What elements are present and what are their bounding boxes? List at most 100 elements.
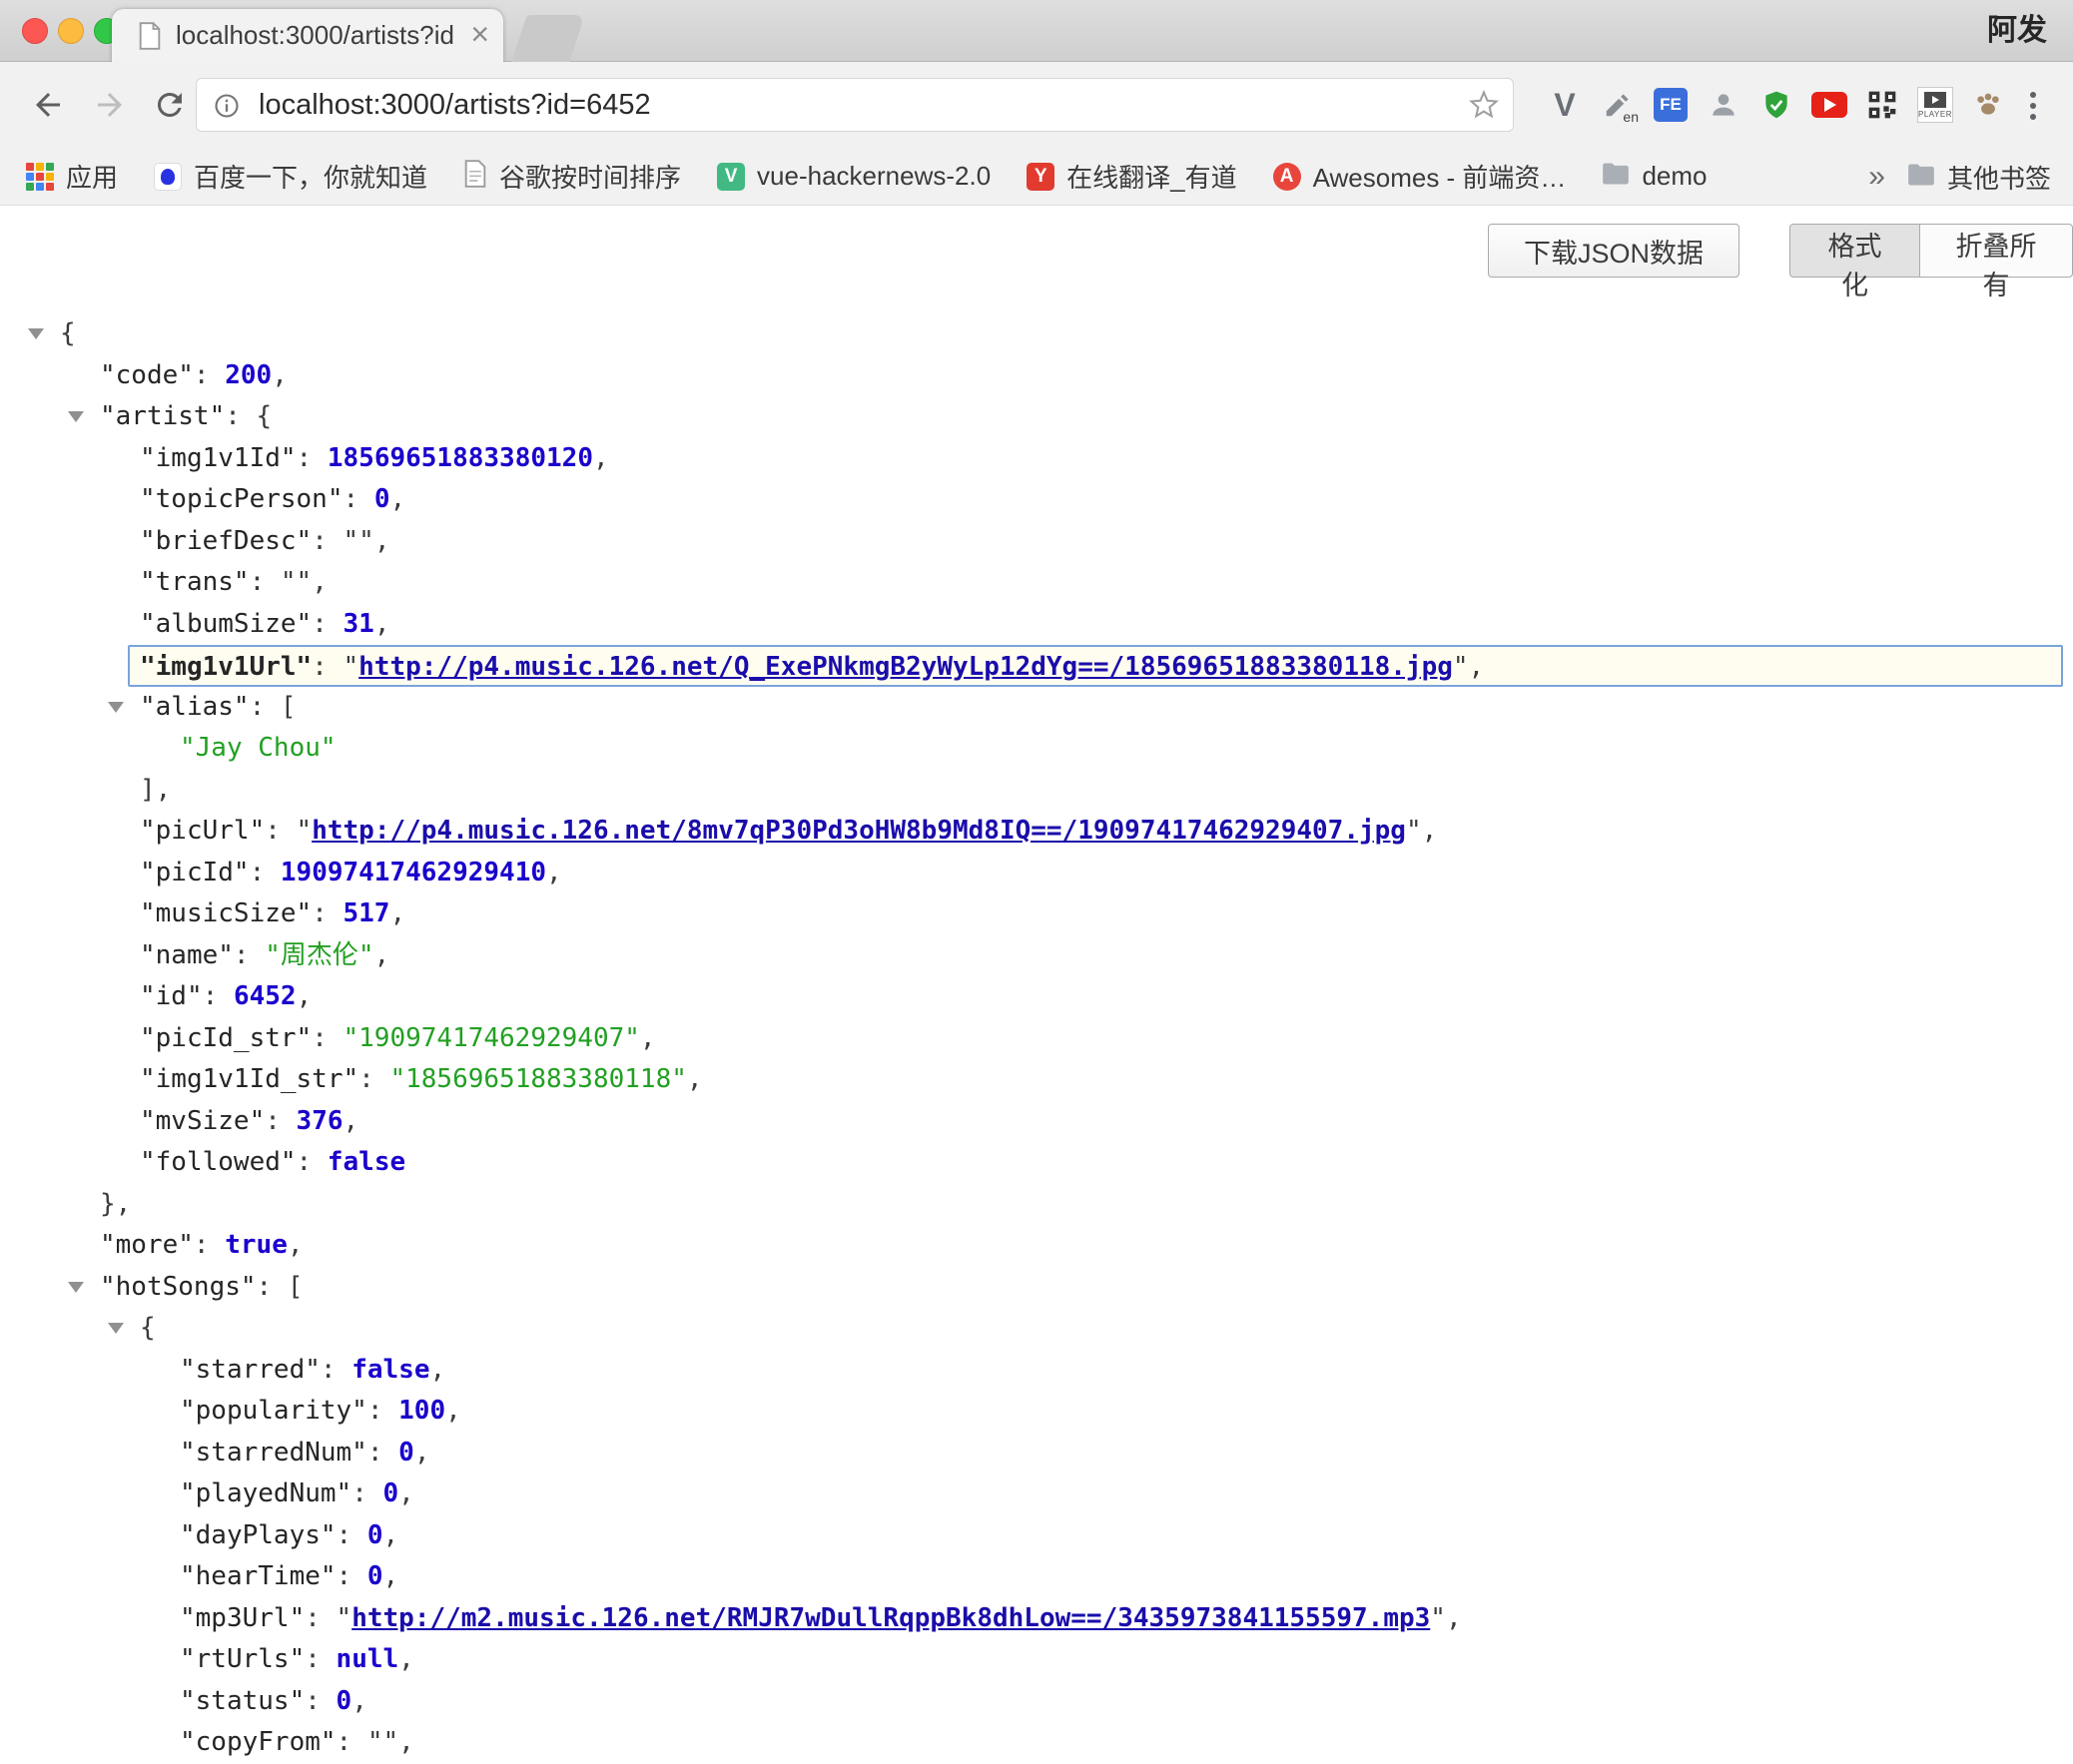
baidu-icon <box>154 163 182 191</box>
collapse-toggle-icon[interactable] <box>68 411 84 422</box>
page-info-icon[interactable] <box>213 92 241 125</box>
bookmark-star-icon[interactable] <box>1469 90 1499 125</box>
shield-extension-icon[interactable] <box>1757 83 1795 127</box>
json-token-punc: , <box>398 1727 414 1757</box>
apps-shortcut[interactable]: 应用 <box>26 158 118 195</box>
json-token-punc: : [ <box>250 692 297 722</box>
close-window-button[interactable] <box>22 18 48 44</box>
bookmark-label: demo <box>1642 161 1707 192</box>
youtube-extension-icon[interactable] <box>1810 83 1848 127</box>
json-token-punc: : <box>234 940 265 970</box>
json-line: "alias": [ <box>0 687 2073 729</box>
download-json-button[interactable]: 下载JSON数据 <box>1488 224 1739 278</box>
back-icon[interactable] <box>30 87 66 123</box>
bookmarks-overflow-chevron[interactable]: » <box>1868 160 1885 194</box>
json-token-punc: , <box>389 898 405 928</box>
user-extension-icon[interactable] <box>1705 83 1742 127</box>
json-line: "img1v1Id": 18569651883380120, <box>0 438 2073 480</box>
bookmark-item-baidu[interactable]: 百度一下，你就知道 <box>154 158 427 195</box>
youdao-icon: Y <box>1027 163 1054 191</box>
apps-label: 应用 <box>66 158 118 195</box>
format-button[interactable]: 格式化 <box>1789 224 1920 278</box>
json-token-key: "starredNum" <box>180 1438 367 1468</box>
json-token-punc: , <box>429 1355 445 1385</box>
json-token-key: "alias" <box>140 692 250 722</box>
json-token-str: "18569651883380118" <box>389 1064 686 1094</box>
browser-tab[interactable]: localhost:3000/artists?id=645 × <box>112 9 503 62</box>
collapse-toggle-icon[interactable] <box>68 1282 84 1293</box>
json-url-link[interactable]: http://m2.music.126.net/RMJR7wDullRqppBk… <box>351 1603 1430 1633</box>
bookmark-item-demo-folder[interactable]: demo <box>1602 161 1707 192</box>
collapse-toggle-icon[interactable] <box>28 328 44 339</box>
page-content: 下载JSON数据 格式化 折叠所有 {"code": 200,"artist":… <box>0 206 2073 1751</box>
tab-title: localhost:3000/artists?id=645 <box>176 9 455 62</box>
collapse-toggle-icon[interactable] <box>108 702 124 713</box>
json-token-punc: , <box>344 1106 359 1136</box>
json-token-punc: : <box>297 443 328 473</box>
json-token-punc: : <box>337 1727 367 1757</box>
json-token-punc: , <box>445 1396 461 1426</box>
json-token-punc: , <box>398 1644 414 1674</box>
json-line: "starred": false, <box>0 1350 2073 1392</box>
json-token-punc: , <box>312 567 328 597</box>
json-token-punc: : <box>312 526 343 556</box>
json-token-key: "musicSize" <box>140 898 312 928</box>
json-token-num: false <box>328 1147 405 1177</box>
json-token-punc: , <box>640 1023 656 1053</box>
json-token-num: 18569651883380120 <box>328 443 593 473</box>
json-token-punc: : <box>305 1686 336 1716</box>
json-line: "hotSongs": [ <box>0 1267 2073 1309</box>
json-url-link[interactable]: http://p4.music.126.net/8mv7qP30Pd3oHW8b… <box>312 816 1406 846</box>
json-token-key: "topicPerson" <box>140 484 344 514</box>
url-text[interactable]: localhost:3000/artists?id=6452 <box>259 79 651 131</box>
json-token-str: "Jay Chou" <box>180 733 337 763</box>
title-bar: localhost:3000/artists?id=645 × 阿发 <box>0 0 2073 62</box>
json-line: { <box>0 1308 2073 1350</box>
tab-close-icon[interactable]: × <box>470 9 489 62</box>
other-bookmarks-label: 其他书签 <box>1947 159 2051 196</box>
profile-name[interactable]: 阿发 <box>1987 0 2047 62</box>
json-line: "dayPlays": 0, <box>0 1515 2073 1557</box>
player-extension-icon[interactable]: PLAYER <box>1916 83 1954 127</box>
json-token-key: "artist" <box>100 401 225 431</box>
json-token-punc: , <box>374 940 390 970</box>
bookmark-item-google-sort[interactable]: 谷歌按时间排序 <box>463 158 681 195</box>
json-line: "starredNum": 0, <box>0 1433 2073 1474</box>
json-token-punc: , <box>546 858 562 887</box>
json-token-punc: : <box>194 1230 225 1260</box>
v-extension-icon[interactable]: V <box>1546 83 1584 127</box>
fe-extension-icon[interactable]: FE <box>1652 83 1690 127</box>
collapse-all-button[interactable]: 折叠所有 <box>1920 224 2073 278</box>
json-token-punc: : <box>312 652 343 682</box>
json-url-link[interactable]: http://p4.music.126.net/Q_ExePNkmgB2yWyL… <box>358 652 1453 682</box>
bookmark-label: 谷歌按时间排序 <box>499 158 681 195</box>
paw-extension-icon[interactable] <box>1969 83 2007 127</box>
json-line: "Jay Chou" <box>0 728 2073 770</box>
other-bookmarks-folder[interactable]: 其他书签 <box>1907 159 2051 196</box>
json-token-num: 100 <box>398 1396 445 1426</box>
json-token-num: true <box>225 1230 288 1260</box>
json-line: { <box>0 313 2073 355</box>
json-token-num: 200 <box>225 360 272 390</box>
json-token-key: "mp3Url" <box>180 1603 305 1633</box>
new-tab-button[interactable] <box>511 15 584 62</box>
address-bar[interactable]: localhost:3000/artists?id=6452 <box>196 78 1514 132</box>
browser-menu-icon[interactable] <box>2015 88 2051 124</box>
reload-icon[interactable] <box>152 87 188 123</box>
collapse-toggle-icon[interactable] <box>108 1323 124 1334</box>
json-token-punc: : <box>250 567 281 597</box>
qrcode-extension-icon[interactable] <box>1863 83 1901 127</box>
bookmark-item-awesomes[interactable]: A Awesomes - 前端资… <box>1273 158 1567 195</box>
json-token-punc: , <box>374 526 390 556</box>
json-line: "rtUrls": null, <box>0 1639 2073 1681</box>
translate-extension-icon[interactable]: en <box>1599 83 1637 127</box>
json-token-key: "dayPlays" <box>180 1520 337 1550</box>
json-token-punc: : [ <box>257 1272 304 1302</box>
minimize-window-button[interactable] <box>58 18 84 44</box>
json-token-punc: : <box>265 816 296 846</box>
bookmark-item-vue-hackernews[interactable]: V vue-hackernews-2.0 <box>717 161 991 192</box>
forward-icon[interactable] <box>92 87 128 123</box>
json-token-punc: : <box>203 981 234 1011</box>
bookmark-item-youdao-translate[interactable]: Y 在线翻译_有道 <box>1027 158 1236 195</box>
json-token-num: 6452 <box>234 981 297 1011</box>
